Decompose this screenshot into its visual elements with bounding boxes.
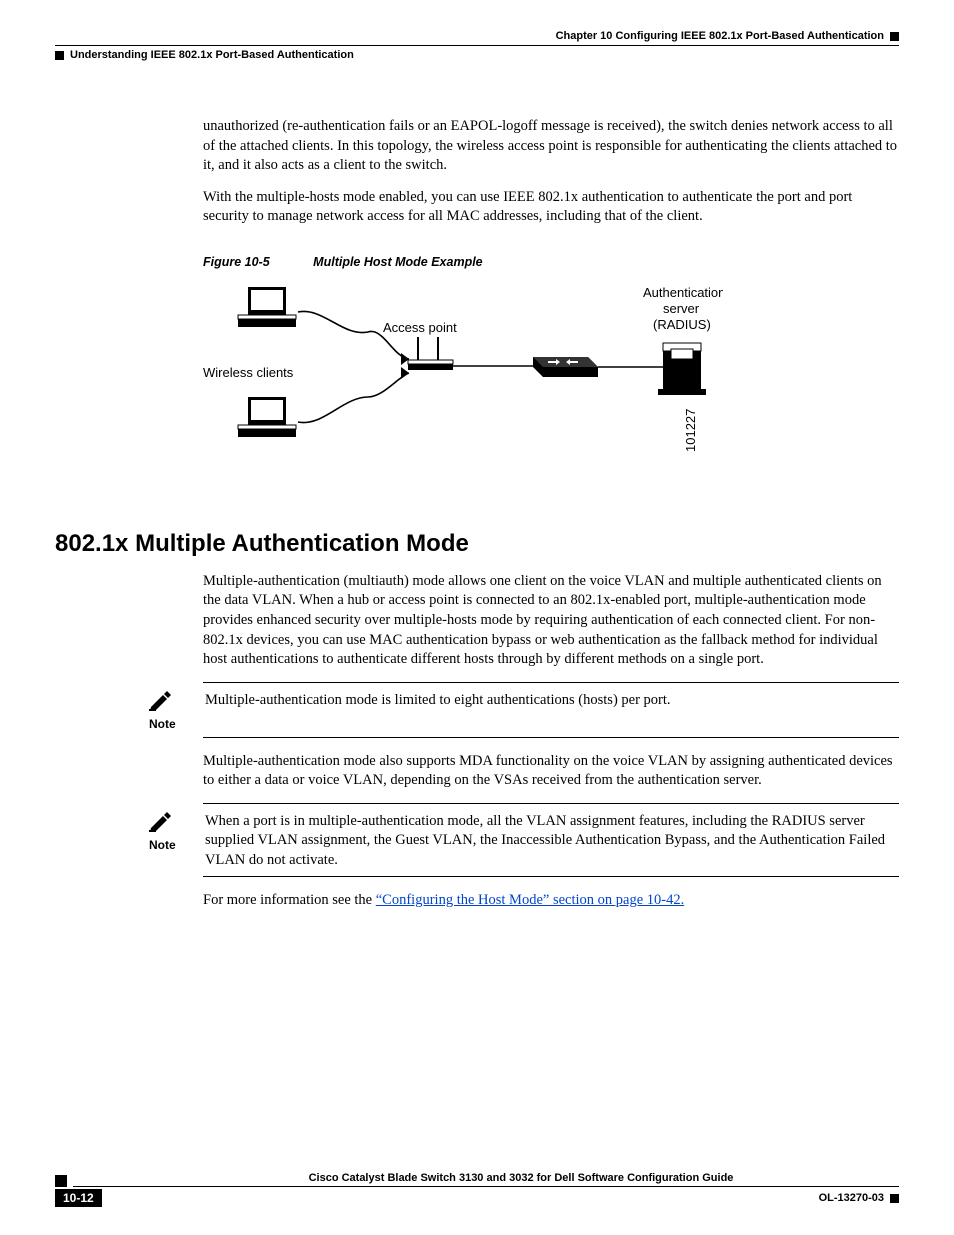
body-block: Multiple-authentication mode also suppor…	[203, 752, 899, 791]
label-auth-server: Authentication	[643, 285, 723, 300]
workstation-icon	[238, 287, 296, 327]
wireless-link-icon	[298, 311, 409, 359]
arrowhead-icon	[401, 367, 409, 379]
body-block: Multiple-authentication (multiauth) mode…	[203, 572, 899, 670]
note-rule	[203, 876, 899, 877]
wireless-link-icon	[298, 373, 409, 423]
header-rule	[55, 45, 899, 46]
paragraph: For more information see the “Configurin…	[203, 891, 899, 911]
paragraph: Multiple-authentication (multiauth) mode…	[203, 572, 899, 670]
footer-marker-icon	[890, 1194, 899, 1203]
note-text: Multiple-authentication mode is limited …	[205, 689, 899, 711]
note-pen-icon	[149, 812, 173, 836]
header-section: Understanding IEEE 802.1x Port-Based Aut…	[70, 49, 354, 61]
header-chapter: Chapter 10 Configuring IEEE 802.1x Port-…	[556, 30, 884, 42]
label-auth-server: (RADIUS)	[653, 317, 711, 332]
paragraph: Multiple-authentication mode also suppor…	[203, 752, 899, 791]
running-header: Chapter 10 Configuring IEEE 802.1x Port-…	[55, 30, 899, 61]
note-pen-icon	[149, 691, 173, 715]
intro-block: unauthorized (re-authentication fails or…	[203, 117, 899, 227]
paragraph: unauthorized (re-authentication fails or…	[203, 117, 899, 176]
header-marker-icon	[890, 32, 899, 41]
figure-diagram: Wireless clients Access point	[203, 277, 899, 482]
note-label: Note	[149, 717, 176, 731]
note-rule	[203, 737, 899, 738]
footer-rule	[73, 1186, 899, 1187]
figure-caption: Figure 10-5 Multiple Host Mode Example	[203, 255, 899, 269]
body-block: For more information see the “Configurin…	[203, 891, 899, 911]
image-id: 101227	[683, 408, 698, 451]
section-heading: 802.1x Multiple Authentication Mode	[55, 530, 899, 558]
link-configuring-host-mode[interactable]: “Configuring the Host Mode” section on p…	[376, 892, 684, 908]
text: For more information see the	[203, 892, 376, 908]
figure-title: Multiple Host Mode Example	[313, 255, 482, 269]
footer-doc-title: Cisco Catalyst Blade Switch 3130 and 303…	[143, 1168, 899, 1186]
header-marker-icon	[55, 51, 64, 60]
note-label: Note	[149, 838, 176, 852]
footer-marker-icon	[55, 1175, 67, 1187]
label-access-point: Access point	[383, 320, 457, 335]
label-wireless-clients: Wireless clients	[203, 365, 294, 380]
note-block: Note Multiple-authentication mode is lim…	[147, 682, 899, 738]
note-block: Note When a port is in multiple-authenti…	[147, 803, 899, 878]
figure-id: Figure 10-5	[203, 255, 270, 269]
note-text: When a port is in multiple-authenticatio…	[205, 810, 899, 871]
page-number: 10-12	[55, 1189, 102, 1207]
switch-icon	[533, 357, 598, 377]
label-auth-server: server	[663, 301, 700, 316]
server-icon	[658, 343, 706, 395]
access-point-icon	[408, 337, 453, 370]
page-footer: Cisco Catalyst Blade Switch 3130 and 303…	[55, 1168, 899, 1207]
doc-id: OL-13270-03	[819, 1192, 884, 1204]
workstation-icon	[238, 397, 296, 437]
paragraph: With the multiple-hosts mode enabled, yo…	[203, 188, 899, 227]
